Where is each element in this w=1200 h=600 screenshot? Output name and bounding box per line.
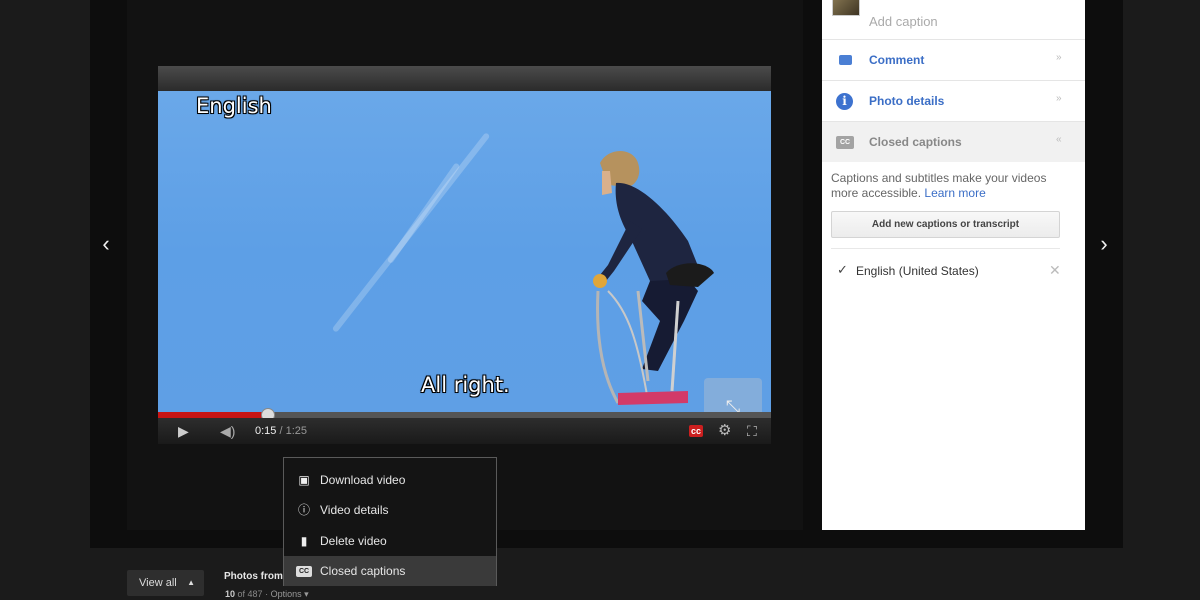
- player-controls: ▶ ◀) 0:15 / 1:25 cc ⚙ ⛶: [158, 418, 771, 444]
- chevron-up-icon[interactable]: «: [1056, 134, 1062, 145]
- close-icon[interactable]: ✕: [1049, 262, 1061, 279]
- chevron-down-icon[interactable]: »: [1056, 93, 1062, 104]
- counter-total: 487: [247, 589, 263, 599]
- expand-icon[interactable]: ⤡: [704, 378, 762, 413]
- player-top-bar: [158, 66, 771, 91]
- cyclist-image: [593, 151, 714, 405]
- menu-item-label: Download video: [320, 473, 406, 487]
- menu-item-download-video[interactable]: ▣ Download video: [284, 465, 496, 495]
- previous-arrow-icon[interactable]: ‹: [96, 232, 116, 256]
- captions-description: Captions and subtitles make your videos …: [831, 171, 1076, 201]
- cc-icon: CC: [296, 556, 312, 586]
- caption-language-label: English: [196, 94, 272, 118]
- play-icon[interactable]: ▶: [178, 418, 189, 444]
- options-link[interactable]: Options: [271, 589, 302, 599]
- add-captions-button[interactable]: Add new captions or transcript: [831, 211, 1060, 238]
- counter-current: 10: [225, 589, 236, 599]
- menu-item-label: Closed captions: [320, 564, 406, 578]
- caption-track-item[interactable]: English (United States): [856, 264, 979, 278]
- divider: [831, 248, 1060, 249]
- video-player[interactable]: English All right. ⤡ ▶ ◀) 0:15 / 1:25 cc…: [158, 66, 771, 444]
- cc-button[interactable]: cc: [689, 425, 704, 437]
- caption-text: All right.: [421, 373, 510, 397]
- section-comment[interactable]: Comment »: [822, 39, 1085, 80]
- section-photo-details[interactable]: i Photo details »: [822, 80, 1085, 121]
- cc-icon: CC: [836, 136, 854, 149]
- duration: 1:25: [285, 425, 308, 437]
- volume-icon[interactable]: ◀): [220, 418, 235, 444]
- chevron-down-icon[interactable]: »: [1056, 52, 1062, 63]
- fullscreen-icon[interactable]: ⛶: [747, 418, 757, 444]
- sky-contrail: [386, 162, 461, 265]
- time-separator: /: [276, 425, 286, 437]
- download-icon: ▣: [298, 473, 310, 487]
- info-icon: i: [836, 93, 853, 110]
- menu-item-closed-captions[interactable]: CC Closed captions: [284, 556, 496, 586]
- learn-more-link[interactable]: Learn more: [924, 186, 985, 200]
- info-icon: ⓘ: [297, 503, 310, 517]
- view-all-button[interactable]: View all ▲: [127, 570, 204, 596]
- gear-icon[interactable]: ⚙: [718, 418, 731, 444]
- add-caption-field[interactable]: Add caption: [869, 14, 938, 29]
- counter-of: of: [235, 589, 248, 599]
- menu-item-video-details[interactable]: ⓘ Video details: [284, 495, 496, 525]
- checkmark-icon: ✓: [837, 262, 848, 277]
- time-display: 0:15 / 1:25: [255, 418, 307, 444]
- avatar[interactable]: [832, 0, 860, 16]
- current-time: 0:15: [255, 425, 277, 437]
- next-arrow-icon[interactable]: ›: [1094, 232, 1114, 256]
- info-panel: Add caption Comment » i Photo details » …: [822, 0, 1085, 530]
- photo-counter: 10 of 487 · Options ▾: [225, 589, 309, 600]
- comment-icon: [839, 55, 852, 65]
- section-photo-details-label: Photo details: [869, 94, 945, 108]
- trash-icon: ▮: [300, 534, 308, 548]
- photo-viewer: ‹ › English All right. ⤡ ▶ ◀) 0:15 / 1:2…: [0, 0, 1200, 600]
- menu-item-label: Delete video: [320, 534, 387, 548]
- album-title[interactable]: Photos from: [224, 571, 283, 582]
- counter-dot: ·: [262, 589, 271, 599]
- video-frame[interactable]: English All right. ⤡: [158, 91, 771, 413]
- section-comment-label: Comment: [869, 53, 925, 67]
- menu-item-label: Video details: [320, 503, 389, 517]
- view-all-label: View all: [139, 577, 177, 589]
- chevron-up-icon: ▲: [187, 578, 195, 587]
- section-closed-captions[interactable]: CC Closed captions «: [822, 121, 1085, 162]
- section-closed-captions-label: Closed captions: [869, 135, 962, 149]
- chevron-down-icon[interactable]: ▾: [302, 589, 309, 599]
- menu-item-delete-video[interactable]: ▮ Delete video: [284, 526, 496, 556]
- options-menu: ▣ Download video ⓘ Video details ▮ Delet…: [283, 457, 497, 586]
